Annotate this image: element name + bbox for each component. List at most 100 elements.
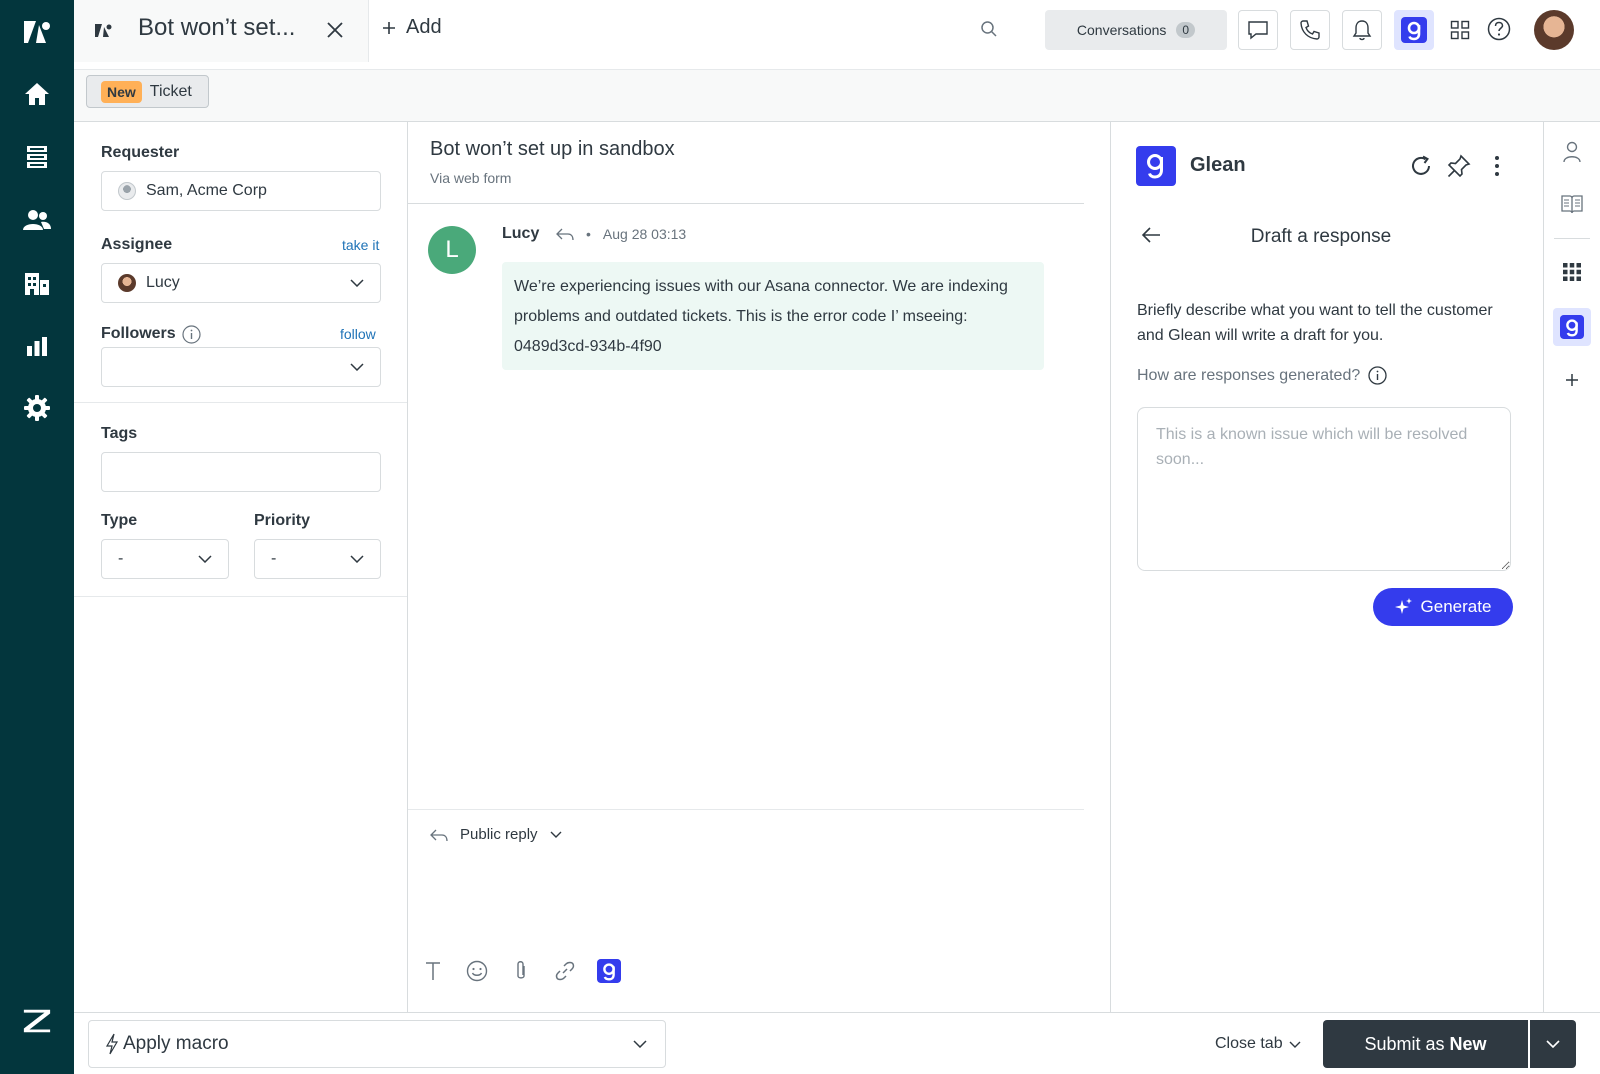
chevron-down-icon (350, 363, 364, 371)
reply-arrow-icon (430, 828, 448, 842)
add-tab-button[interactable]: Add (382, 16, 442, 39)
chevron-down-icon (1289, 1041, 1301, 1048)
apps-grid-icon[interactable] (1450, 20, 1470, 40)
context-panel-rail (1544, 122, 1600, 1012)
user-profile-icon[interactable] (1558, 138, 1586, 166)
ticket-subheader: New Ticket (74, 70, 1600, 122)
glean-app-button[interactable] (1394, 10, 1434, 50)
zendesk-logo-icon[interactable] (22, 16, 52, 46)
plus-icon (382, 21, 396, 35)
reply-type-selector[interactable]: Public reply (430, 826, 562, 843)
link-icon[interactable] (552, 958, 578, 984)
ticket-tab[interactable]: Bot won’t set... (74, 0, 369, 62)
apply-macro-dropdown[interactable]: Apply macro (88, 1020, 666, 1068)
followers-dropdown[interactable] (101, 347, 381, 387)
followers-label: Followers (101, 325, 176, 342)
notifications-button[interactable] (1342, 10, 1382, 50)
submit-button[interactable]: Submit as New (1323, 1020, 1528, 1068)
settings-gear-icon[interactable] (22, 393, 52, 423)
info-icon[interactable] (182, 325, 201, 344)
ticket-footer: Apply macro Close tab Submit as New (74, 1012, 1600, 1074)
glean-logo-icon (1560, 315, 1584, 339)
chevron-down-icon (1546, 1040, 1560, 1048)
conversation-panel: Bot won’t set up in sandbox Via web form… (408, 122, 1110, 1012)
chevron-down-icon (350, 279, 364, 287)
add-tab-label: Add (406, 16, 442, 38)
glean-logo-icon (1401, 17, 1427, 43)
sparkle-icon (1394, 598, 1413, 616)
assignee-avatar (118, 274, 136, 292)
close-tab-icon[interactable] (326, 21, 344, 39)
message-author[interactable]: Lucy (502, 225, 539, 243)
requester-field[interactable]: Sam, Acme Corp (101, 171, 381, 211)
draft-instructions-textarea[interactable] (1137, 407, 1511, 571)
organizations-icon[interactable] (22, 268, 52, 298)
home-icon[interactable] (22, 79, 52, 109)
top-bar: Bot won’t set... Add Conversations 0 (74, 0, 1600, 70)
section-divider (74, 402, 407, 403)
apps-icon[interactable] (1558, 258, 1586, 286)
more-options-icon[interactable] (1483, 152, 1511, 180)
message-timestamp: Aug 28 03:13 (602, 226, 687, 242)
knowledge-book-icon[interactable] (1558, 190, 1586, 218)
close-tab-label: Close tab (1215, 1035, 1283, 1052)
priority-dropdown[interactable]: - (254, 539, 381, 579)
ticket-subject: Bot won’t set up in sandbox (430, 138, 675, 160)
user-avatar[interactable] (1534, 10, 1574, 50)
composer-toolbar (420, 958, 622, 984)
conversations-button[interactable]: Conversations 0 (1045, 10, 1227, 50)
assignee-label: Assignee (101, 236, 173, 253)
ticket-properties-panel: Requester Sam, Acme Corp Assignee take i… (74, 122, 408, 1012)
customers-icon[interactable] (22, 205, 52, 235)
generate-label: Generate (1420, 597, 1492, 616)
text-format-icon[interactable] (420, 958, 446, 984)
info-icon (1368, 366, 1387, 385)
emoji-icon[interactable] (464, 958, 490, 984)
message-author-avatar: L (428, 226, 476, 274)
glean-app-panel: Glean Draft a response Briefly describe … (1110, 122, 1544, 1012)
type-dropdown[interactable]: - (101, 539, 229, 579)
requester-avatar (118, 182, 136, 200)
submit-prefix: Submit as (1364, 1033, 1445, 1054)
pin-icon[interactable] (1445, 152, 1473, 180)
help-icon[interactable] (1487, 17, 1511, 41)
glean-app-name: Glean (1190, 154, 1246, 176)
ticket-status-breadcrumb[interactable]: New Ticket (86, 75, 209, 108)
ticket-tab-title: Bot won’t set... (138, 14, 296, 41)
glean-logo-icon[interactable] (596, 958, 622, 984)
glean-rail-button[interactable] (1553, 308, 1591, 346)
message-body: We’re experiencing issues with our Asana… (502, 262, 1044, 370)
reply-arrow-icon (556, 227, 574, 241)
type-value: - (118, 550, 124, 567)
assignee-dropdown[interactable]: Lucy (101, 263, 381, 303)
chat-button[interactable] (1238, 10, 1278, 50)
ticket-channel: Via web form (430, 170, 512, 186)
reply-type-label: Public reply (460, 826, 538, 843)
refresh-icon[interactable] (1407, 152, 1435, 180)
bell-icon (1352, 19, 1372, 41)
submit-options-button[interactable] (1530, 1020, 1576, 1068)
submit-status: New (1449, 1033, 1487, 1054)
priority-label: Priority (254, 512, 311, 529)
take-it-link[interactable]: take it (342, 237, 379, 253)
views-icon[interactable] (22, 142, 52, 172)
how-responses-generated-link[interactable]: How are responses generated? (1137, 366, 1387, 385)
conversations-count-badge: 0 (1176, 22, 1196, 38)
attachment-icon[interactable] (508, 958, 534, 984)
phone-button[interactable] (1290, 10, 1330, 50)
search-icon[interactable] (980, 20, 998, 38)
rail-divider (1554, 238, 1590, 239)
follow-link[interactable]: follow (340, 326, 376, 342)
reporting-icon[interactable] (22, 331, 52, 361)
close-tab-dropdown[interactable]: Close tab (1215, 1035, 1301, 1053)
tags-input[interactable] (101, 452, 381, 492)
generate-button[interactable]: Generate (1373, 588, 1513, 626)
main-navigation (0, 0, 74, 1074)
priority-value: - (271, 550, 277, 567)
apply-macro-label: Apply macro (123, 1033, 229, 1054)
zendesk-z-icon[interactable] (22, 1006, 52, 1036)
chevron-down-icon (550, 831, 562, 838)
assignee-value: Lucy (146, 274, 180, 291)
conversations-label: Conversations (1076, 22, 1167, 38)
add-app-plus-icon[interactable] (1558, 366, 1586, 394)
